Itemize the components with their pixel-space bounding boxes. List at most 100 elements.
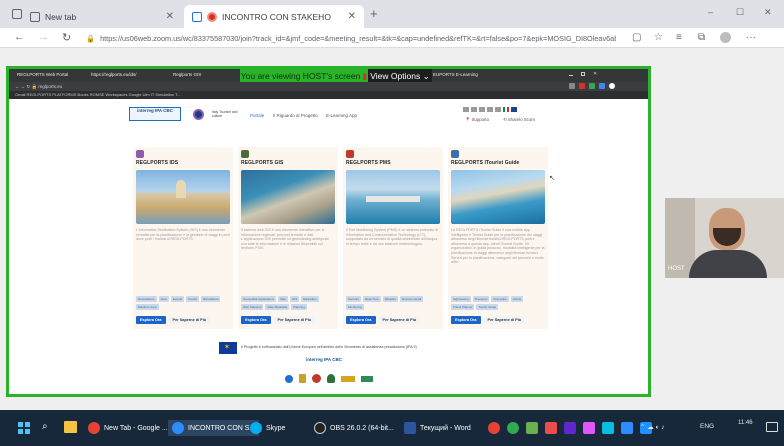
pinned-app-icons [488,422,652,434]
tag[interactable]: Tourist [186,296,199,302]
nav-portale[interactable]: Portale [250,113,264,118]
taskbar-app-chrome[interactable]: New Tab - Google ... [88,420,168,436]
reload-icon[interactable]: ↻ [62,31,71,44]
learn-more-button[interactable]: Per Saperne di Più [168,316,211,324]
partner-logo [299,374,306,383]
interreg-logo: interreg IPA CBC [129,107,181,121]
reader-icon[interactable]: ▢ [632,32,641,43]
shared-window-controls: ✕ [569,72,629,78]
explore-button[interactable]: Esplora Ora [451,316,481,324]
taskbar-app-label: New Tab - Google ... [104,424,168,432]
tag[interactable]: Monitoring [346,304,365,310]
language-indicator[interactable]: ENG [700,423,714,430]
card-pms: REGLPORTS PMS Il Port Monitoring System … [343,147,443,329]
close-icon[interactable]: ✕ [166,11,174,22]
taskbar-app-word[interactable]: Текущий - Word [404,420,471,436]
tag[interactable]: Destinations [136,296,157,302]
tag[interactable]: Web Mapping [241,304,264,310]
tag[interactable]: Geospatial Applications [241,296,277,302]
app-icon[interactable] [526,422,538,434]
reglports-portal: interreg IPA CBC Italy Tourism and cultu… [9,99,648,394]
learn-more-button[interactable]: Per Saperne di Più [273,316,316,324]
viewing-host-screen-banner: You are viewing HOST's screen ▮ [240,69,368,83]
collections-icon[interactable]: ⧉ [698,32,705,43]
tag[interactable]: Map [278,296,289,302]
itourist-icon [451,150,459,158]
profile-avatar-icon[interactable] [720,32,731,43]
card-image-harbor [241,170,335,224]
support-link[interactable]: 📍 Supporto [465,117,489,123]
tag[interactable]: Real-Time [363,296,381,302]
pin-icon: ▮ [362,71,368,81]
notifications-icon[interactable] [766,422,778,432]
card-description: Il Port Monitoring System (PMS) è un sis… [346,228,439,246]
clock[interactable]: 11:46 [738,420,753,426]
tag[interactable]: Environmental [400,296,424,302]
app-icon[interactable] [583,422,595,434]
tag[interactable]: Tourist Guide [476,304,499,310]
close-window-button[interactable]: ✕ [764,7,772,18]
close-icon[interactable]: ✕ [348,11,356,22]
explore-button[interactable]: Esplora Ora [346,316,376,324]
nav-elearning[interactable]: E-Learning App [326,113,357,118]
lock-icon: 🔒 [86,33,96,43]
card-tags: Sightseeing Transport Itineraries Hotels… [451,296,545,310]
app-icon[interactable] [621,422,633,434]
shared-tab-label: REGLPORTS Web Portal [17,72,69,77]
tray-icons[interactable]: ⌃ ☁ ◐ ♪ [640,423,665,431]
share-link[interactable]: ⟲ Sharelo Scorn [503,117,535,123]
tag[interactable]: Weather [382,296,399,302]
taskbar-app-zoom[interactable]: INCONTRO CON S... [168,420,260,436]
file-explorer-icon[interactable] [64,421,77,433]
minimize-button[interactable]: – [708,7,713,17]
tag[interactable]: Sightseeing [451,296,471,302]
explore-button[interactable]: Esplora Ora [136,316,166,324]
back-arrow-icon[interactable]: ← [14,31,25,43]
tag[interactable]: Sensors [346,296,362,302]
shared-bookmarks-bar: Gmail REGLPORTS PLATFORMS Books ROMSE Wo… [9,91,648,99]
forward-arrow-icon[interactable]: → [38,31,49,43]
windows-start-icon[interactable] [18,422,30,434]
explore-button[interactable]: Esplora Ora [241,316,271,324]
tag[interactable]: Education [301,296,319,302]
learn-more-button[interactable]: Per Saperne di Più [378,316,421,324]
learn-more-button[interactable]: Per Saperne di Più [483,316,526,324]
card-image-coast [451,170,545,224]
tag[interactable]: Hotels [510,296,524,302]
tab-zoom-meeting[interactable]: INCONTRO CON STAKEHO ✕ [184,5,364,28]
tag[interactable]: Marinations [200,296,221,302]
favorites-icon[interactable]: ≡ [676,32,682,43]
tag[interactable]: Itineraries [491,296,509,302]
tag[interactable]: GIS [290,296,300,302]
tag[interactable]: Data Metadata [265,304,290,310]
tag[interactable]: Maritime Area [136,304,159,310]
maximize-button[interactable]: ☐ [736,7,744,18]
taskbar-app-skype[interactable]: Skype [250,420,285,436]
address-toolbar: ← → ↻ 🔒 https://us06web.zoom.us/wc/83375… [0,28,784,48]
favorite-star-icon[interactable]: ☆ [654,32,663,43]
footer-cofunding-text: Il Progetto è cofinanziato dall'Unione E… [241,345,417,349]
nav-progetto[interactable]: Il Riguardo al Progetto [273,113,318,118]
search-icon[interactable]: ⌕ [42,421,48,432]
tag[interactable]: Events [170,296,185,302]
taskbar-app-label: Skype [266,424,286,432]
card-title: REGLPORTS IDS [136,160,179,166]
view-options-button[interactable]: View Options ⌄ [368,69,432,83]
reglports-logo-icon [193,109,204,120]
chrome-icon[interactable] [488,422,500,434]
tab-new-tab[interactable]: New tab ✕ [22,5,182,28]
taskbar-app-obs[interactable]: OBS 26.0.2 (64-bit... [314,420,394,436]
share-label: Sharelo Scorn [507,117,536,122]
tag[interactable]: Travel Planner [451,304,475,310]
app-icon[interactable] [602,422,614,434]
app-icon[interactable] [564,422,576,434]
tag[interactable]: Transport [472,296,490,302]
url-field[interactable]: 🔒 https://us06web.zoom.us/wc/83375587030… [86,31,616,45]
tag[interactable]: Area [158,296,169,302]
language-flags[interactable] [463,107,517,112]
more-menu-icon[interactable]: ··· [746,32,756,43]
tag[interactable]: Planning [291,304,307,310]
app-icon[interactable] [545,422,557,434]
app-icon[interactable] [507,422,519,434]
new-tab-button[interactable]: + [370,6,378,21]
